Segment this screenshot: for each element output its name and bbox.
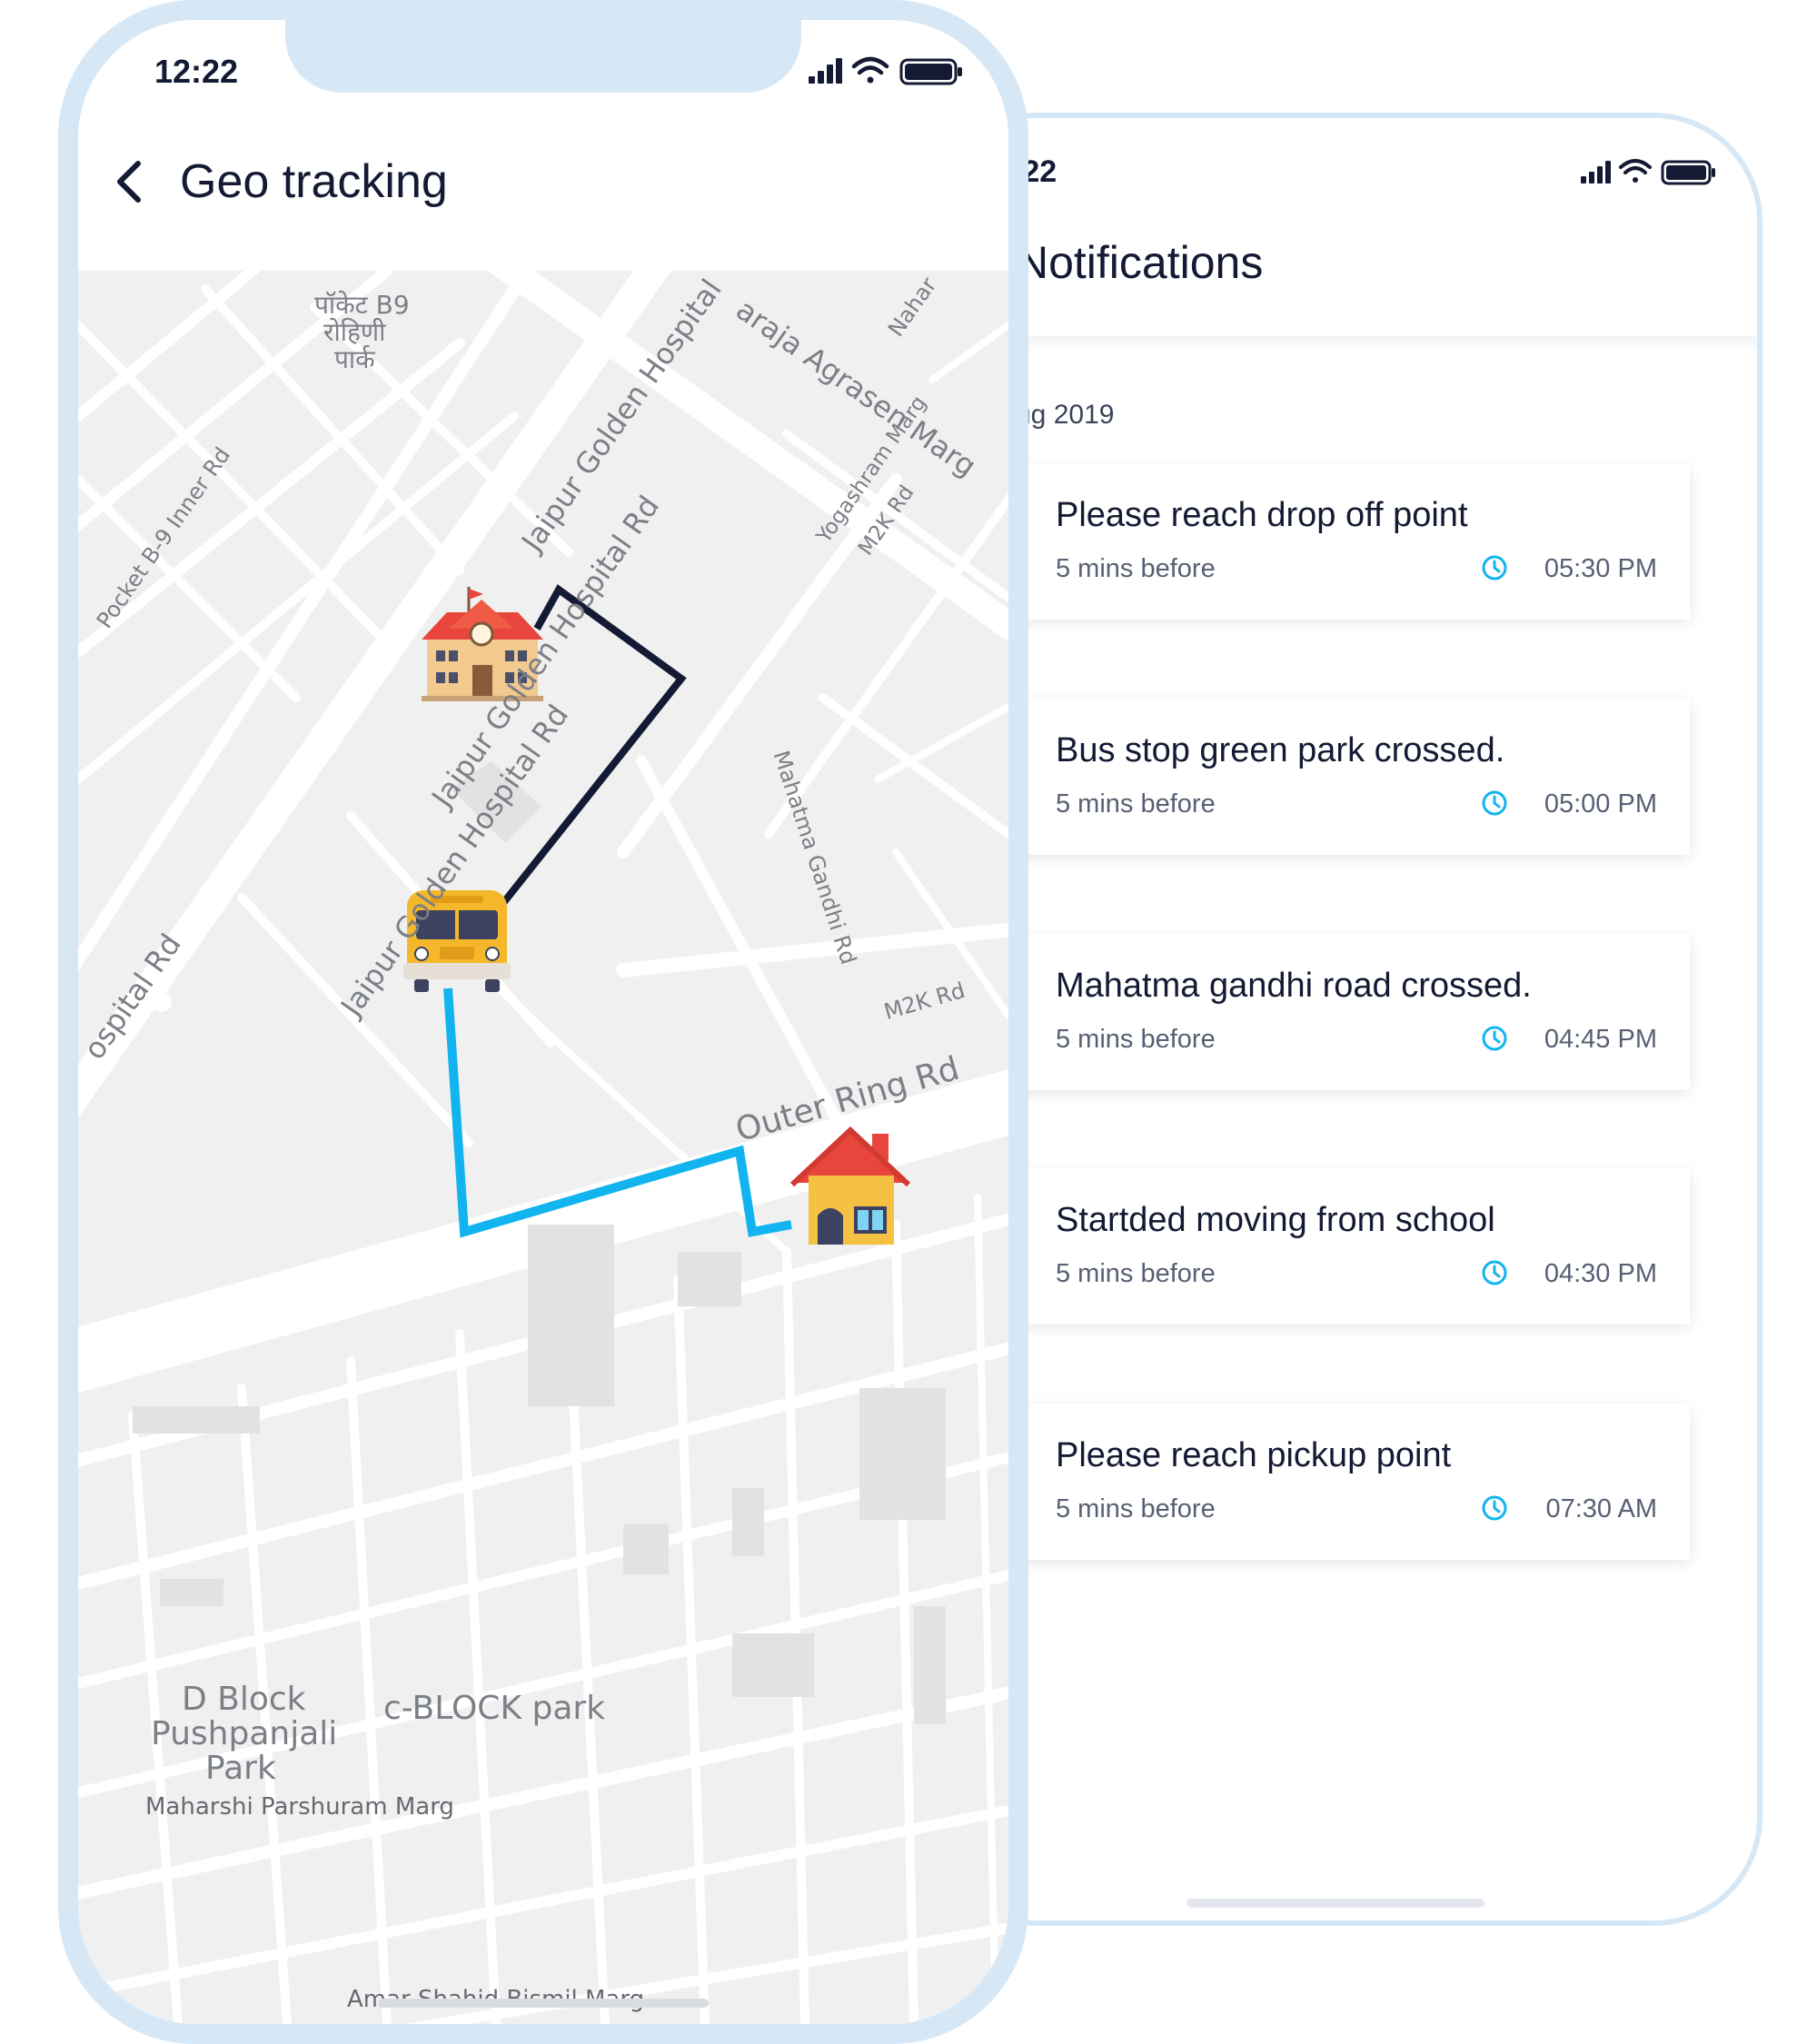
date-header: ug 2019 [1016, 400, 1115, 430]
map-label: D Block [182, 1681, 306, 1718]
chevron-left-icon[interactable] [104, 156, 154, 207]
notification-time: 07:30 AM [1545, 1494, 1657, 1523]
notification-time: 05:30 PM [1544, 554, 1657, 583]
notification-ago: 5 mins before [1056, 1494, 1216, 1523]
notification-card[interactable]: Please reach pickup point 5 mins before … [972, 1404, 1690, 1560]
home-indicator[interactable] [378, 1999, 709, 2008]
map-label: पार्क [334, 344, 375, 374]
header-divider [932, 336, 1757, 352]
notification-title: Mahatma gandhi road crossed. [1056, 967, 1532, 1005]
device-notch [285, 20, 801, 93]
clock-icon [1482, 555, 1507, 580]
geo-tracking-screen: पॉकेट B9 रोहिणी पार्क Pocket B-9 Inner R… [78, 20, 1008, 2024]
notification-time: 04:30 PM [1544, 1259, 1657, 1288]
map-label: Pushpanjali [151, 1715, 338, 1752]
notification-ago: 5 mins before [1056, 1259, 1216, 1288]
notification-title: Startded moving from school [1056, 1201, 1495, 1239]
status-icons [1581, 159, 1715, 185]
signal-icon [1581, 161, 1611, 184]
notification-card[interactable]: Startded moving from school 5 mins befor… [972, 1168, 1690, 1325]
battery-icon [899, 58, 962, 85]
map-label: Park [205, 1750, 276, 1787]
notification-ago: 5 mins before [1056, 554, 1216, 583]
home-indicator[interactable] [1187, 1899, 1484, 1908]
notification-ago: 5 mins before [1056, 789, 1216, 819]
clock-icon [1482, 790, 1507, 816]
notification-title: Please reach drop off point [1056, 496, 1468, 534]
wifi-icon [1619, 159, 1652, 183]
notification-card[interactable]: Bus stop green park crossed. 5 mins befo… [972, 699, 1690, 855]
status-icons [809, 56, 962, 85]
clock-icon [1482, 1260, 1507, 1285]
map-view[interactable]: पॉकेट B9 रोहिणी पार्क Pocket B-9 Inner R… [78, 271, 1008, 2024]
map-label: c-BLOCK park [383, 1690, 606, 1727]
signal-icon [809, 58, 842, 84]
notification-time: 05:00 PM [1544, 789, 1657, 819]
notification-card[interactable]: Mahatma gandhi road crossed. 5 mins befo… [972, 934, 1690, 1090]
clock-icon [1482, 1026, 1507, 1051]
notification-card[interactable]: Please reach drop off point 5 mins befor… [972, 463, 1690, 620]
notification-time: 04:45 PM [1544, 1025, 1657, 1054]
notifications-screen: :22 Notifications ug 2019 Please reach d… [932, 118, 1757, 1920]
clock-icon [1482, 1495, 1507, 1521]
wifi-icon [851, 56, 889, 84]
page-title: Notifications [1016, 237, 1264, 288]
notification-ago: 5 mins before [1056, 1025, 1216, 1054]
notification-title: Bus stop green park crossed. [1056, 731, 1505, 769]
battery-icon [1661, 160, 1715, 185]
map-label: Maharshi Parshuram Marg [145, 1793, 454, 1821]
notification-title: Please reach pickup point [1056, 1436, 1452, 1474]
page-title: Geo tracking [180, 155, 448, 208]
status-time: 12:22 [154, 53, 239, 90]
